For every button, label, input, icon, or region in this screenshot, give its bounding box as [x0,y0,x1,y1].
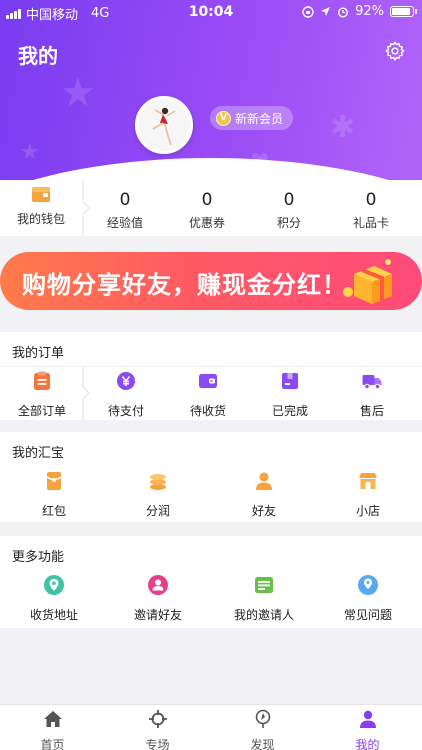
tab-mine[interactable]: 我的 [315,709,420,750]
faq-button[interactable]: 常见问题 [326,574,410,623]
huibao-item-label: 小店 [355,504,380,518]
more-item-label: 邀请好友 [133,608,182,622]
battery-icon [390,6,417,17]
more-item-label: 我的邀请人 [233,608,294,622]
profit-share-button[interactable]: 分润 [116,470,200,519]
order-item-label: 售后 [359,404,384,418]
box-icon [282,373,298,389]
member-coin-icon: V [216,110,231,126]
huibao-item-label: 红包 [41,504,66,518]
order-pending-receipt-button[interactable]: 待收货 [166,370,250,419]
section-title: 我的汇宝 [12,446,65,461]
coins-icon [150,474,166,490]
stat-label: 优惠券 [188,216,225,230]
profile-header: ★ ✱ ♥ ★ [0,0,422,200]
share-promo-banner[interactable]: 购物分享好友，赚现金分红！ [0,252,422,310]
wallet-icon [32,187,50,202]
order-completed-button[interactable]: 已完成 [248,370,332,419]
friends-button[interactable]: 好友 [222,470,306,519]
member-badge-label: 新新会员 [235,111,284,126]
decor-asterisk-icon: ✱ [330,110,356,145]
stat-points[interactable]: 0 积分 [248,180,330,236]
tab-home[interactable]: 首页 [0,709,105,750]
huibao-item-label: 好友 [251,504,276,518]
stat-label: 礼品卡 [352,216,389,230]
tab-special[interactable]: 专场 [105,709,210,750]
red-packet-button[interactable]: 红包 [12,470,96,519]
more-item-label: 常见问题 [343,608,392,622]
stat-value: 0 [283,190,295,210]
section-title: 更多功能 [12,550,65,565]
account-stats: 我的钱包 0 经验值 0 优惠券 0 积分 0 礼品卡 [0,180,422,236]
tab-label: 首页 [40,738,65,750]
stat-value: 0 [201,190,213,210]
decor-star-icon: ★ [20,140,40,165]
order-item-label: 待支付 [107,404,144,418]
stat-value: 0 [119,190,131,210]
gift-box-icon [343,259,392,304]
more-functions-section: 更多功能 收货地址 邀请好友 我的邀请人 常见问题 [0,536,422,628]
avatar[interactable] [135,96,193,154]
order-item-label: 待收货 [189,404,226,418]
bottom-tab-bar: 首页 专场 发现 我的 [0,704,422,750]
tab-label: 发现 [250,738,275,750]
stat-value: 0 [365,190,377,210]
truck-icon [362,375,382,390]
stat-experience[interactable]: 0 经验值 [84,180,166,236]
store-icon [359,473,377,489]
orders-section: 我的订单 全部订单 待支付 待收货 已完成 售后 [0,332,422,420]
invite-icon [148,575,168,595]
profile-icon [359,710,376,728]
wallet-button[interactable]: 我的钱包 [0,180,82,236]
huibao-item-label: 分润 [145,504,170,518]
stat-gift-cards[interactable]: 0 礼品卡 [330,180,412,236]
order-pending-payment-button[interactable]: 待支付 [84,370,168,419]
section-title: 我的订单 [12,346,65,361]
order-all-button[interactable]: 全部订单 [0,370,84,419]
settings-gear-icon[interactable] [384,40,406,62]
page-title: 我的 [18,44,58,68]
decor-star-icon: ★ [60,70,96,116]
my-inviter-button[interactable]: 我的邀请人 [222,574,306,623]
dancer-avatar-image [138,99,190,151]
status-bar: 中国移动 4G 10:04 92% [0,0,422,24]
red-packet-icon [46,472,62,490]
section-divider [0,366,422,367]
target-icon [148,710,167,728]
tab-label: 我的 [355,738,380,750]
battery-percent: 92% [355,4,384,19]
wallet-label: 我的钱包 [16,212,65,226]
yen-wallet-icon [117,372,135,390]
invite-friends-button[interactable]: 邀请好友 [116,574,200,623]
rotation-lock-icon [302,5,314,18]
alarm-icon [338,6,349,18]
order-after-sales-button[interactable]: 售后 [330,370,414,419]
huibao-section: 我的汇宝 红包 分润 好友 小店 [0,432,422,522]
tab-label: 专场 [145,738,170,750]
location-arrow-icon [321,7,331,16]
order-item-label: 全部订单 [17,404,66,418]
home-icon [43,711,62,727]
banner-text: 购物分享好友，赚现金分红！ [22,271,347,299]
discover-icon [255,709,270,728]
person-icon [256,472,272,490]
id-card-icon [255,577,273,593]
stat-coupons[interactable]: 0 优惠券 [166,180,248,236]
location-pin-icon [44,575,64,595]
order-item-label: 已完成 [271,404,308,418]
shipping-address-button[interactable]: 收货地址 [12,574,96,623]
clipboard-icon [34,371,50,390]
shop-button[interactable]: 小店 [326,470,410,519]
stat-label: 积分 [276,216,301,230]
stat-label: 经验值 [106,216,143,230]
member-badge[interactable]: V 新新会员 [210,106,294,130]
tab-discover[interactable]: 发现 [210,709,315,750]
help-icon [358,575,378,595]
more-item-label: 收货地址 [29,608,78,622]
wallet-icon [199,374,217,388]
